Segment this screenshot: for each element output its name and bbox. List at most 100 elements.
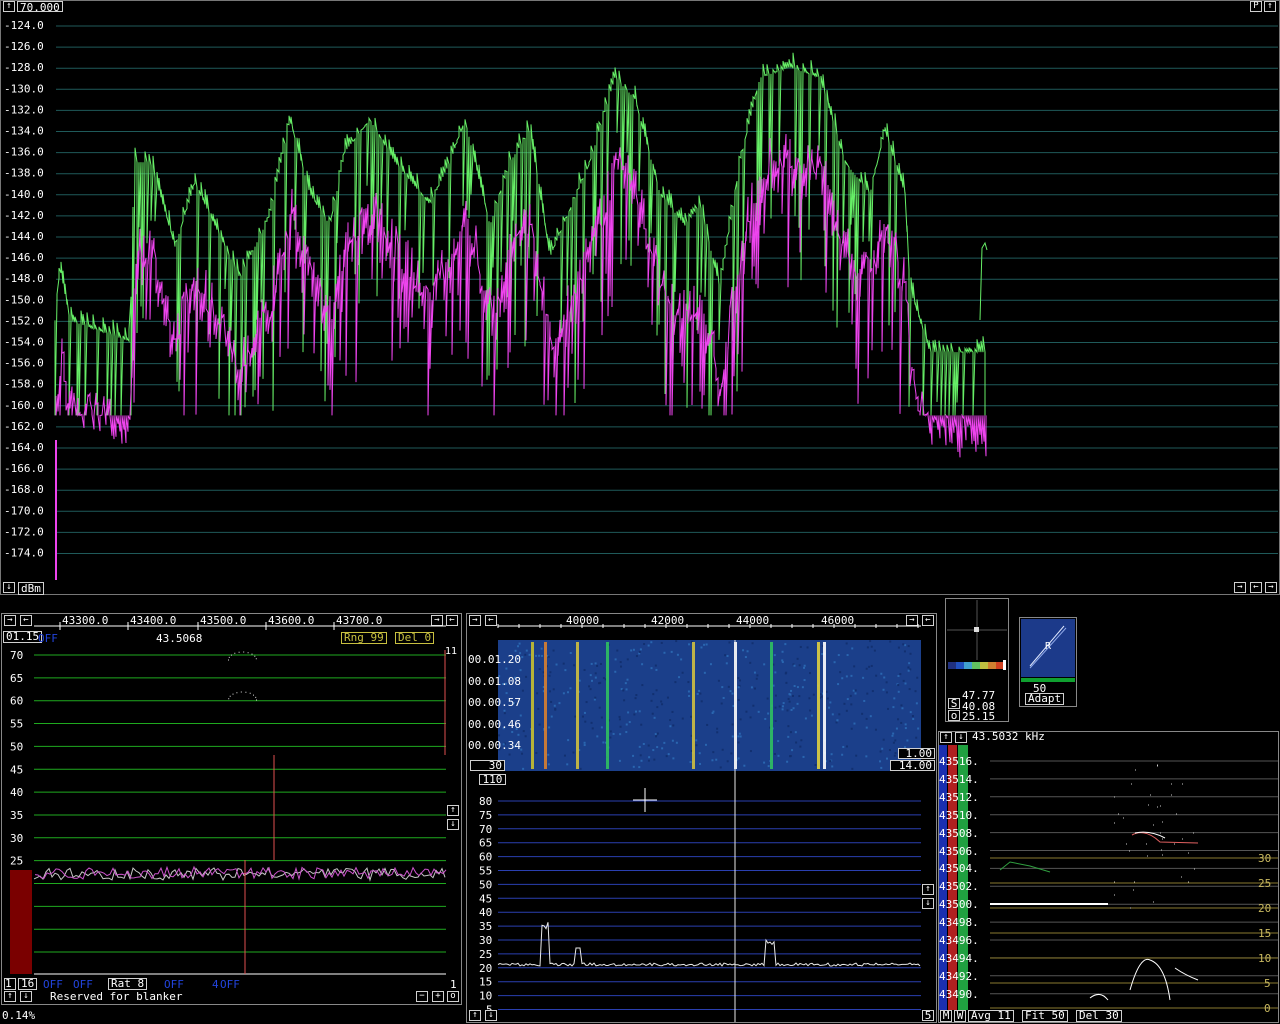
freq-tick-label: 43700.0 [336,614,383,627]
right-y-tick: 43502. [939,880,979,894]
y-tick-label: -154.0 [4,336,44,349]
left-scroll-right-end-button[interactable]: → [431,615,443,626]
off-toggle-f[interactable]: OFF [220,979,240,990]
field-14-00[interactable]: 14.00 [890,760,935,771]
y-tick-label: -128.0 [4,61,44,74]
right-down-button[interactable]: ↓ [955,732,967,743]
off-toggle-e[interactable]: OFF [164,979,184,990]
field-5[interactable]: 5 [922,1010,934,1021]
waterfall-time-label: 00.00.46 [468,717,521,731]
y-tick-label: -140.0 [4,188,44,201]
mid-scroll-right-end-button[interactable]: → [906,615,918,626]
left-bottom-one-button[interactable]: 1 [4,978,16,990]
mid-scroll-left-button[interactable]: ← [485,615,497,626]
o-toggle[interactable]: o [948,710,960,721]
freq-tick-label: 43500.0 [200,614,247,627]
bottom-number-field[interactable]: 16 [18,978,38,990]
left-bottom-up-button[interactable]: ↑ [4,991,16,1002]
waterfall-time-label: 00.00.34 [468,739,521,752]
arrow-down-button[interactable]: ↓ [3,582,15,593]
main-spectrum-plot[interactable]: -124.0 -126.0 -128.0 -130.0 -132.0 -134.0 -136… [0,0,1280,595]
scope-display [947,600,1007,660]
s-button[interactable]: S [948,698,960,709]
y-tick-label: -170.0 [4,504,44,517]
freq-tick-label: 43300.0 [62,614,109,627]
y-tick-label: -136.0 [4,146,44,159]
off-toggle-c[interactable]: OFF [43,979,63,990]
minus-button[interactable]: − [416,991,428,1002]
left-side-up-button[interactable]: ↑ [447,805,459,816]
avg-field[interactable]: Avg 11 [968,1010,1014,1022]
left-scroll-left-end-button[interactable]: ← [446,615,458,626]
waterfall-time-label: 00.01.20 [468,653,521,666]
right-level-tick: 25 [1258,877,1272,890]
right-number-label: 1 [450,978,457,991]
scroll-right-end-button[interactable]: → [1265,582,1277,593]
right-header-frequency: 43.5032 kHz [972,730,1045,743]
y-tick-label: -132.0 [4,103,44,116]
right-y-tick: 43498. [939,916,979,930]
mid-bottom-down-button[interactable]: ↓ [485,1010,497,1021]
adapt-button[interactable]: Adapt [1025,693,1065,705]
right-up-button[interactable]: ↑ [940,732,952,743]
right-level-tick: 10 [1258,952,1272,965]
mid-scroll-right-button[interactable]: → [469,615,481,626]
del-field[interactable]: Del 0 [395,632,435,644]
status-text: Reserved for blanker [50,990,183,1003]
y-tick-label: -148.0 [4,272,44,285]
fit-field[interactable]: Fit 50 [1022,1010,1068,1022]
y-tick-label: -130.0 [4,82,44,95]
mid-bottom-up-button[interactable]: ↑ [469,1010,481,1021]
left-side-down-button[interactable]: ↓ [447,819,459,830]
freq-tick-label: 43400.0 [130,614,177,627]
waterfall-time-label: 00.00.57 [468,696,521,709]
middle-panel-frame [466,613,937,1023]
w-button[interactable]: W [954,1010,966,1022]
center-frequency-readout: 43.5068 [156,632,203,645]
field-30[interactable]: 30 [470,760,505,771]
right-y-tick: 43516. [939,755,979,768]
y-tick-label: -174.0 [4,547,44,560]
rat-field[interactable]: Rat 8 [108,978,148,990]
mid-side-up-button[interactable]: ↑ [922,884,934,895]
freq-tick-label: 44000 [736,614,770,627]
y-tick-label: -168.0 [4,483,44,496]
y-tick-label: -164.0 [4,441,44,454]
field-110[interactable]: 110 [479,774,506,785]
y-tick-label: -166.0 [4,462,44,475]
right-y-tick: 43492. [939,969,979,983]
off-toggle-a[interactable]: OFF [38,633,58,644]
left-bottom-down-button[interactable]: ↓ [20,991,32,1002]
field-1-00[interactable]: 1.00 [898,748,935,759]
y-tick-label: -134.0 [4,125,44,138]
off-toggle-d[interactable]: OFF [73,979,93,990]
m-button[interactable]: M [940,1010,952,1022]
freq-tick-label: 46000 [821,614,855,627]
knob-r-label: R [1045,641,1052,652]
marker-top-label: 11 [445,646,458,657]
right-panel-frame [938,731,1279,1023]
right-del-field[interactable]: Del 30 [1076,1010,1122,1022]
y-tick-label: -162.0 [4,420,44,433]
scroll-right-button[interactable]: → [1234,582,1246,593]
scroll-left-button[interactable]: ← [1250,582,1262,593]
y-tick-label: -152.0 [4,314,44,327]
y-tick-label: -156.0 [4,357,44,370]
freq-tick-label: 43600.0 [268,614,315,627]
y-tick-label: -160.0 [4,399,44,412]
percent-readout: 0.14% [2,1009,36,1022]
time-field[interactable]: 01.15 [3,631,43,643]
rng-field[interactable]: Rng 99 [341,632,387,644]
y-tick-label: -150.0 [4,293,44,306]
mid-side-down-button[interactable]: ↓ [922,898,934,909]
left-scroll-right-button[interactable]: → [4,615,16,626]
peak-spike [979,241,988,321]
plus-button[interactable]: + [432,991,444,1002]
right-level-tick: 15 [1258,927,1272,940]
freq-tick-label: 40000 [566,614,600,627]
mid-scroll-left-end-button[interactable]: ← [922,615,934,626]
left-scroll-left-button[interactable]: ← [20,615,32,626]
o-button[interactable]: o [447,991,459,1002]
y-tick-label: -138.0 [4,167,44,180]
right-y-tick: 43494. [939,951,979,965]
